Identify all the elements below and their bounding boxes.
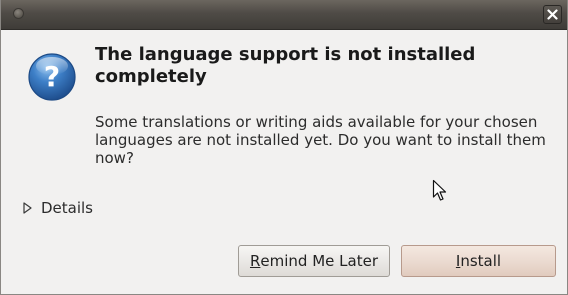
expander-triangle-icon xyxy=(23,202,32,214)
remind-me-later-button[interactable]: Remind Me Later xyxy=(238,245,390,277)
install-label: nstall xyxy=(460,252,502,270)
svg-text:?: ? xyxy=(44,60,60,93)
dialog-window: ? The language support is not installed … xyxy=(0,0,568,295)
remind-mnemonic: R xyxy=(249,252,261,270)
install-button[interactable]: Install xyxy=(401,245,556,277)
remind-label: emind Me Later xyxy=(260,252,378,270)
dialog-heading: The language support is not installed co… xyxy=(95,44,476,87)
info-question-icon: ? xyxy=(28,53,76,101)
close-icon xyxy=(547,9,558,20)
title-bar xyxy=(1,0,567,30)
mouse-pointer-icon xyxy=(432,179,447,201)
close-button[interactable] xyxy=(543,5,562,24)
dialog-message: Some translations or writing aids availa… xyxy=(95,113,546,167)
window-menu-icon[interactable] xyxy=(13,8,24,19)
details-label: Details xyxy=(41,199,94,217)
details-expander[interactable]: Details xyxy=(23,198,93,218)
